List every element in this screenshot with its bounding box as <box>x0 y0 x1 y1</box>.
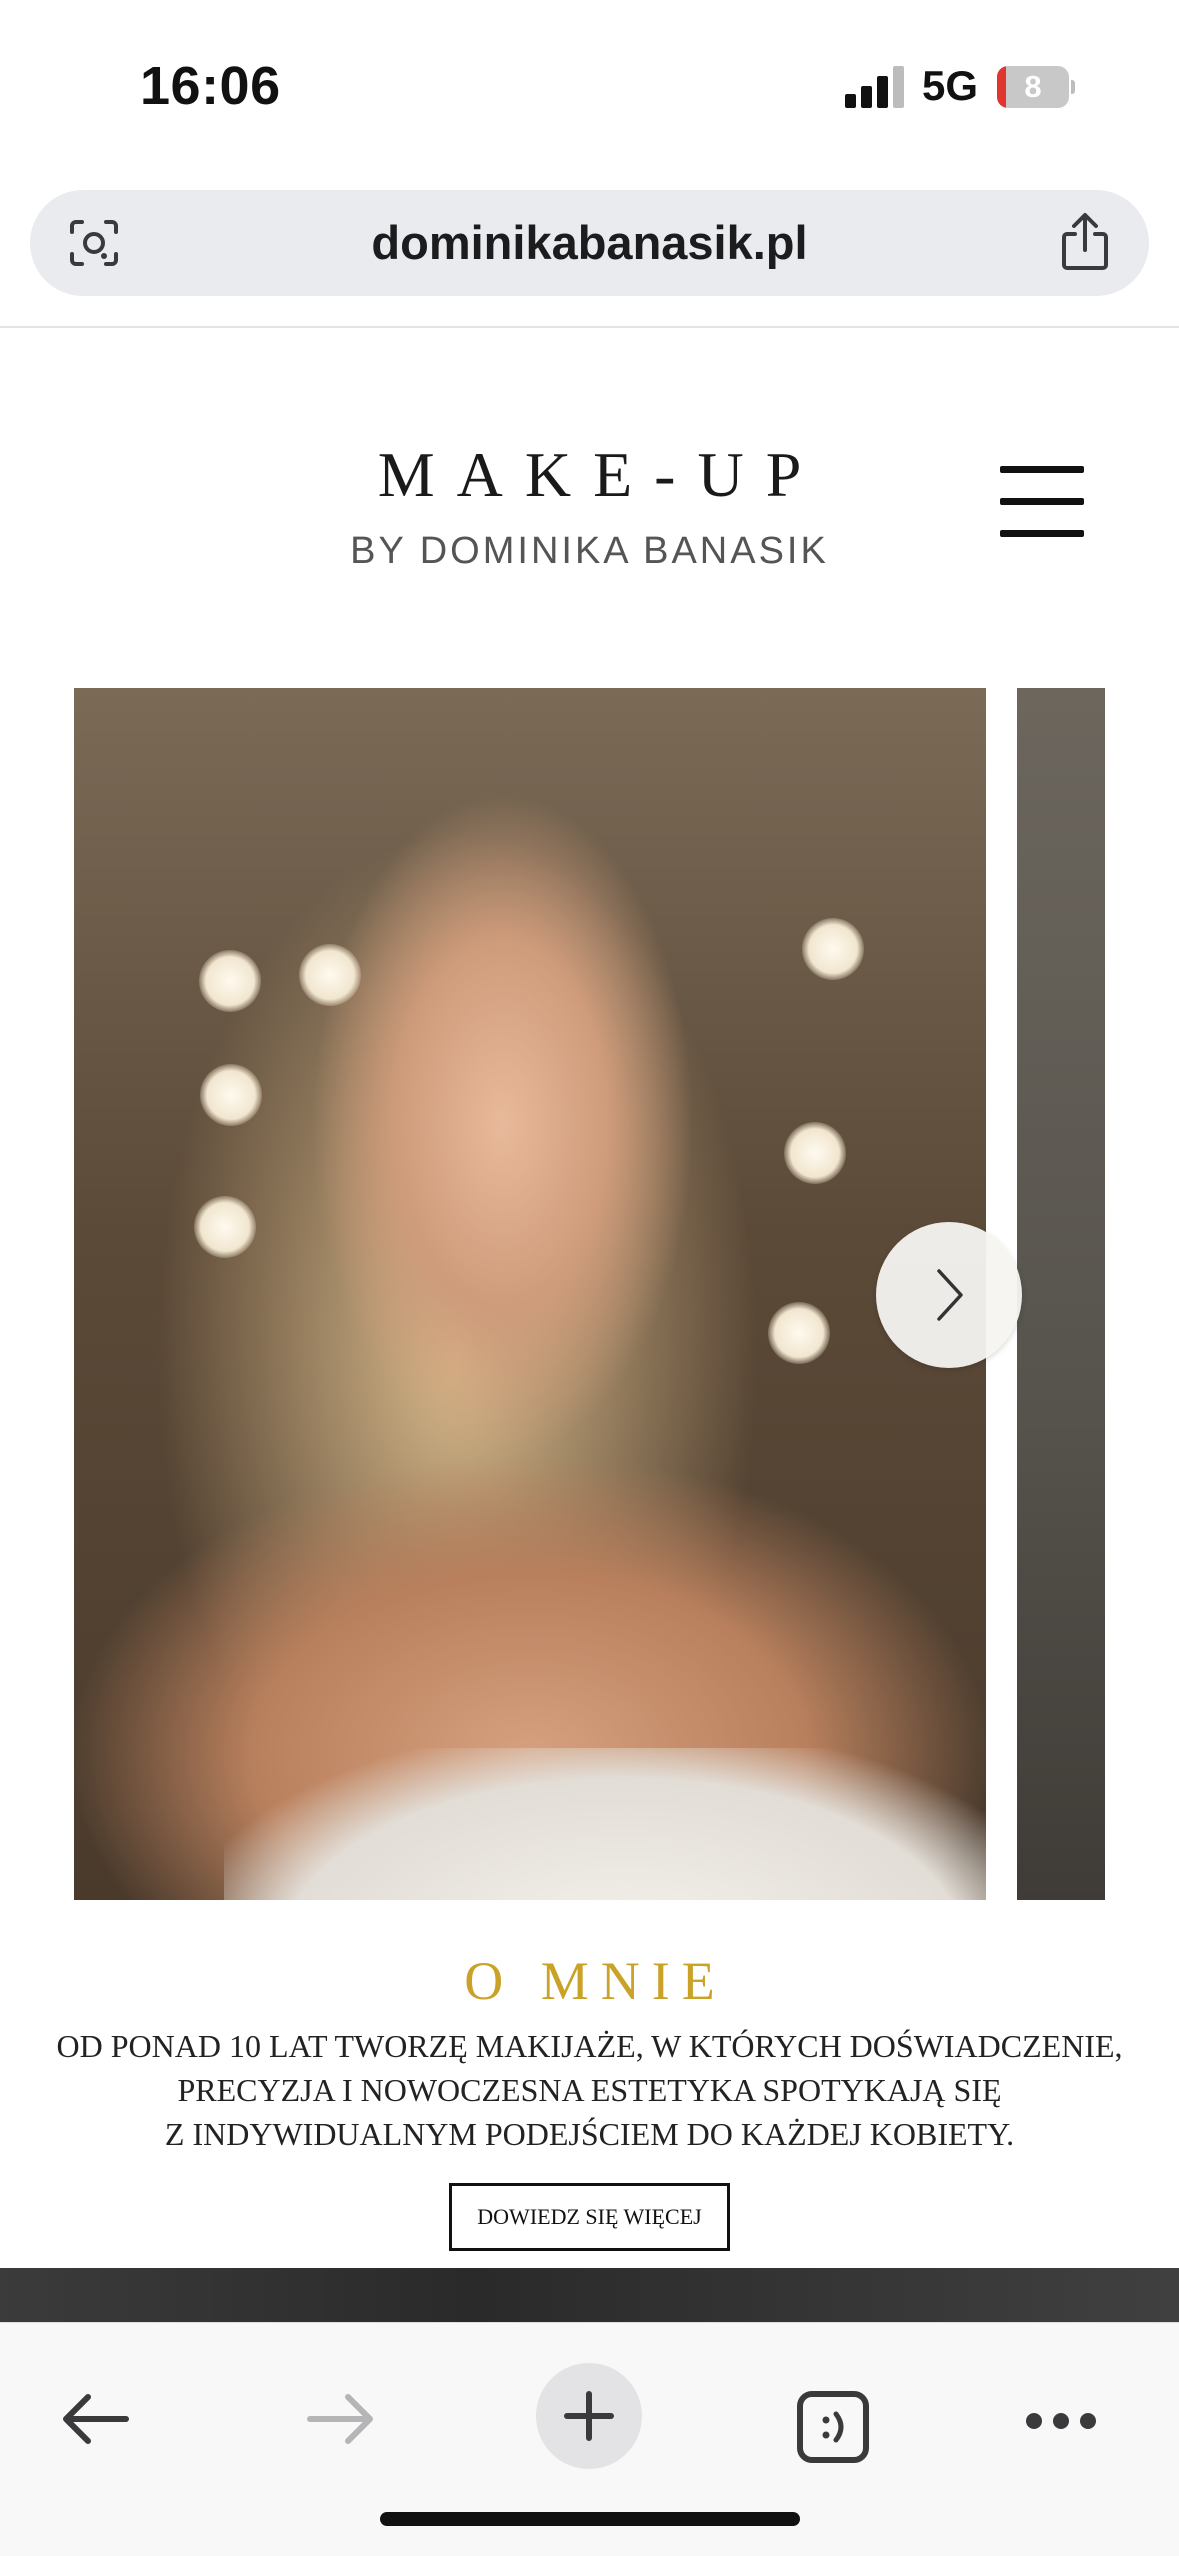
plus-icon[interactable] <box>536 2363 642 2469</box>
battery-level: 8 <box>1024 69 1042 104</box>
slider-image-next-peek[interactable] <box>1017 688 1105 1900</box>
slider-image-makeup-portrait[interactable] <box>74 688 986 1900</box>
status-time: 16:06 <box>140 56 281 116</box>
about-line: z indywidualnym podejściem do każdej kob… <box>164 2116 1015 2152</box>
forward-arrow-icon[interactable] <box>306 2391 376 2447</box>
next-section-image <box>0 2268 1179 2330</box>
url-bar[interactable]: dominikabanasik.pl <box>30 190 1149 296</box>
camera-search-icon[interactable] <box>68 218 120 268</box>
status-bar: 16:06 5G 8 <box>0 0 1179 170</box>
share-icon[interactable] <box>1057 212 1113 272</box>
url-text[interactable]: dominikabanasik.pl <box>150 190 1029 296</box>
home-indicator <box>380 2512 800 2526</box>
battery-icon: 8 <box>997 66 1075 108</box>
about-title: O MNIE <box>464 1951 727 2011</box>
about-line: Od ponad 10 lat tworzę makijaże, w który… <box>56 2028 1123 2064</box>
about-line: precyzja i nowoczesna estetyka spotykają… <box>177 2072 1002 2108</box>
hamburger-menu-icon[interactable] <box>1000 462 1084 542</box>
header-divider <box>0 326 1179 328</box>
about-text: Od ponad 10 lat tworzę makijaże, w który… <box>40 2024 1139 2156</box>
chevron-right-icon[interactable] <box>876 1222 1022 1368</box>
network-type: 5G <box>922 62 979 109</box>
learn-more-button[interactable]: DOWIEDZ SIĘ WIĘCEJ <box>449 2183 730 2251</box>
cellular-signal-icon <box>845 64 905 108</box>
more-dots-icon[interactable] <box>1024 2411 1098 2431</box>
tabs-icon[interactable] <box>796 2390 870 2464</box>
back-arrow-icon[interactable] <box>60 2391 130 2447</box>
